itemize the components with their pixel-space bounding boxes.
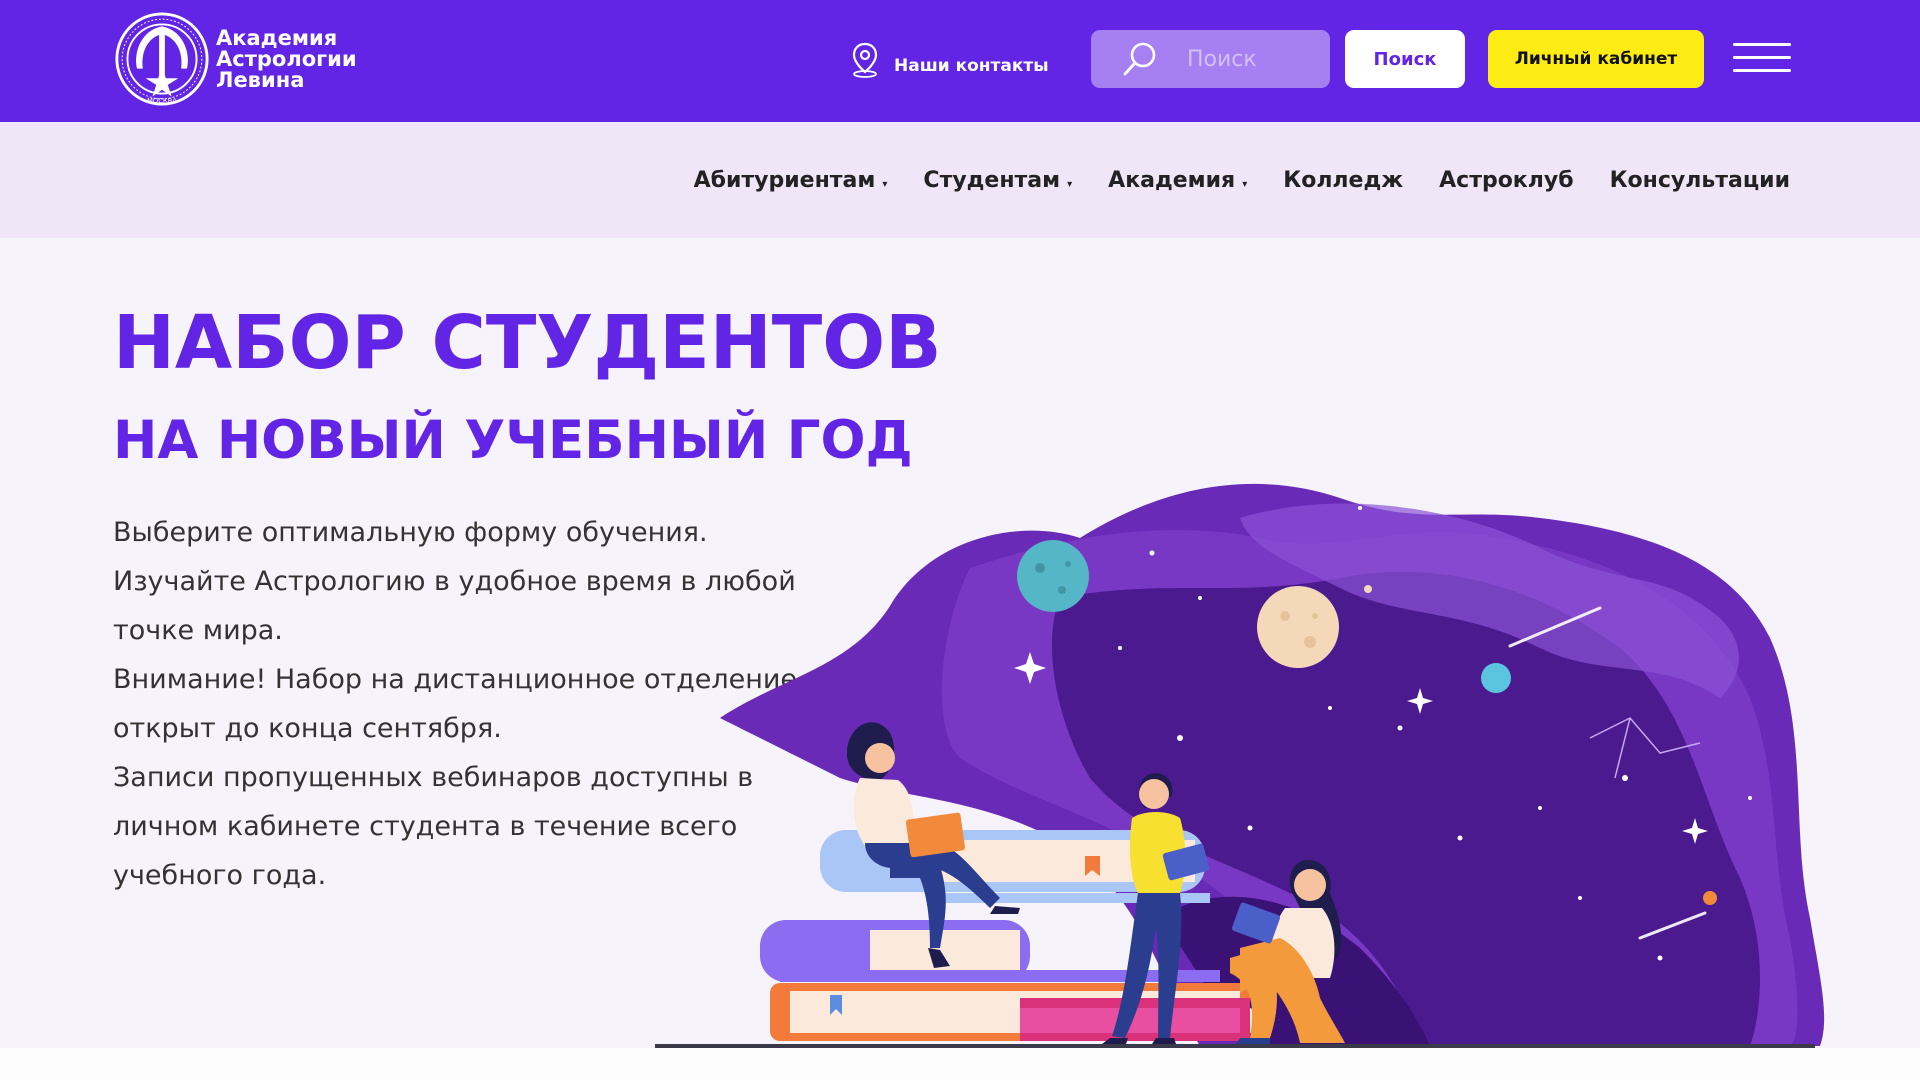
main-nav: Абитуриентам ▾ Студентам ▾ Академия ▾ Ко… bbox=[0, 122, 1920, 238]
hamburger-menu-icon[interactable] bbox=[1733, 43, 1791, 75]
hero-title: НАБОР СТУДЕНТОВ bbox=[113, 300, 942, 386]
students-space-illustration bbox=[655, 483, 1825, 1048]
location-pin-icon bbox=[852, 42, 878, 78]
nav-item-students[interactable]: Студентам ▾ bbox=[923, 168, 1072, 193]
chevron-down-icon: ▾ bbox=[1067, 178, 1073, 190]
nav-item-college[interactable]: Колледж bbox=[1283, 168, 1403, 193]
hero-section: НАБОР СТУДЕНТОВ НА НОВЫЙ УЧЕБНЫЙ ГОД Выб… bbox=[0, 238, 1920, 1048]
nav-items: Абитуриентам ▾ Студентам ▾ Академия ▾ Ко… bbox=[694, 122, 1790, 238]
hero-subtitle: НА НОВЫЙ УЧЕБНЫЙ ГОД bbox=[113, 410, 913, 471]
chevron-down-icon: ▾ bbox=[1242, 178, 1248, 190]
planet-teal bbox=[1017, 540, 1089, 612]
nav-item-academy[interactable]: Академия ▾ bbox=[1108, 168, 1247, 193]
search-field[interactable] bbox=[1091, 30, 1330, 88]
nav-item-applicants[interactable]: Абитуриентам ▾ bbox=[694, 168, 888, 193]
search-input[interactable] bbox=[1187, 46, 1327, 72]
chevron-down-icon: ▾ bbox=[882, 178, 888, 190]
search-button[interactable]: Поиск bbox=[1345, 30, 1465, 88]
planet-small-blue bbox=[1481, 663, 1511, 693]
nav-item-consultations[interactable]: Консультации bbox=[1610, 168, 1790, 193]
nav-item-astroclub[interactable]: Астроклуб bbox=[1439, 168, 1573, 193]
contacts-label: Наши контакты bbox=[894, 56, 1049, 76]
planet-moon bbox=[1257, 586, 1339, 668]
magnifier-icon bbox=[1123, 42, 1156, 76]
contacts-link[interactable]: Наши контакты bbox=[850, 42, 1049, 78]
logo-text: Академия Астрологии Левина bbox=[216, 25, 357, 92]
academy-emblem-icon: МОСКВА bbox=[115, 12, 209, 106]
personal-account-button[interactable]: Личный кабинет bbox=[1488, 30, 1704, 88]
site-logo[interactable]: МОСКВА Академия Астрологии Левина bbox=[114, 10, 357, 108]
logo-line-1: Академия bbox=[216, 25, 338, 50]
logo-line-2: Астрологии bbox=[216, 46, 357, 71]
emblem-seal-text: МОСКВА bbox=[147, 97, 177, 105]
top-header: МОСКВА Академия Астрологии Левина Наши к… bbox=[0, 0, 1920, 122]
logo-line-3: Левина bbox=[216, 67, 305, 92]
